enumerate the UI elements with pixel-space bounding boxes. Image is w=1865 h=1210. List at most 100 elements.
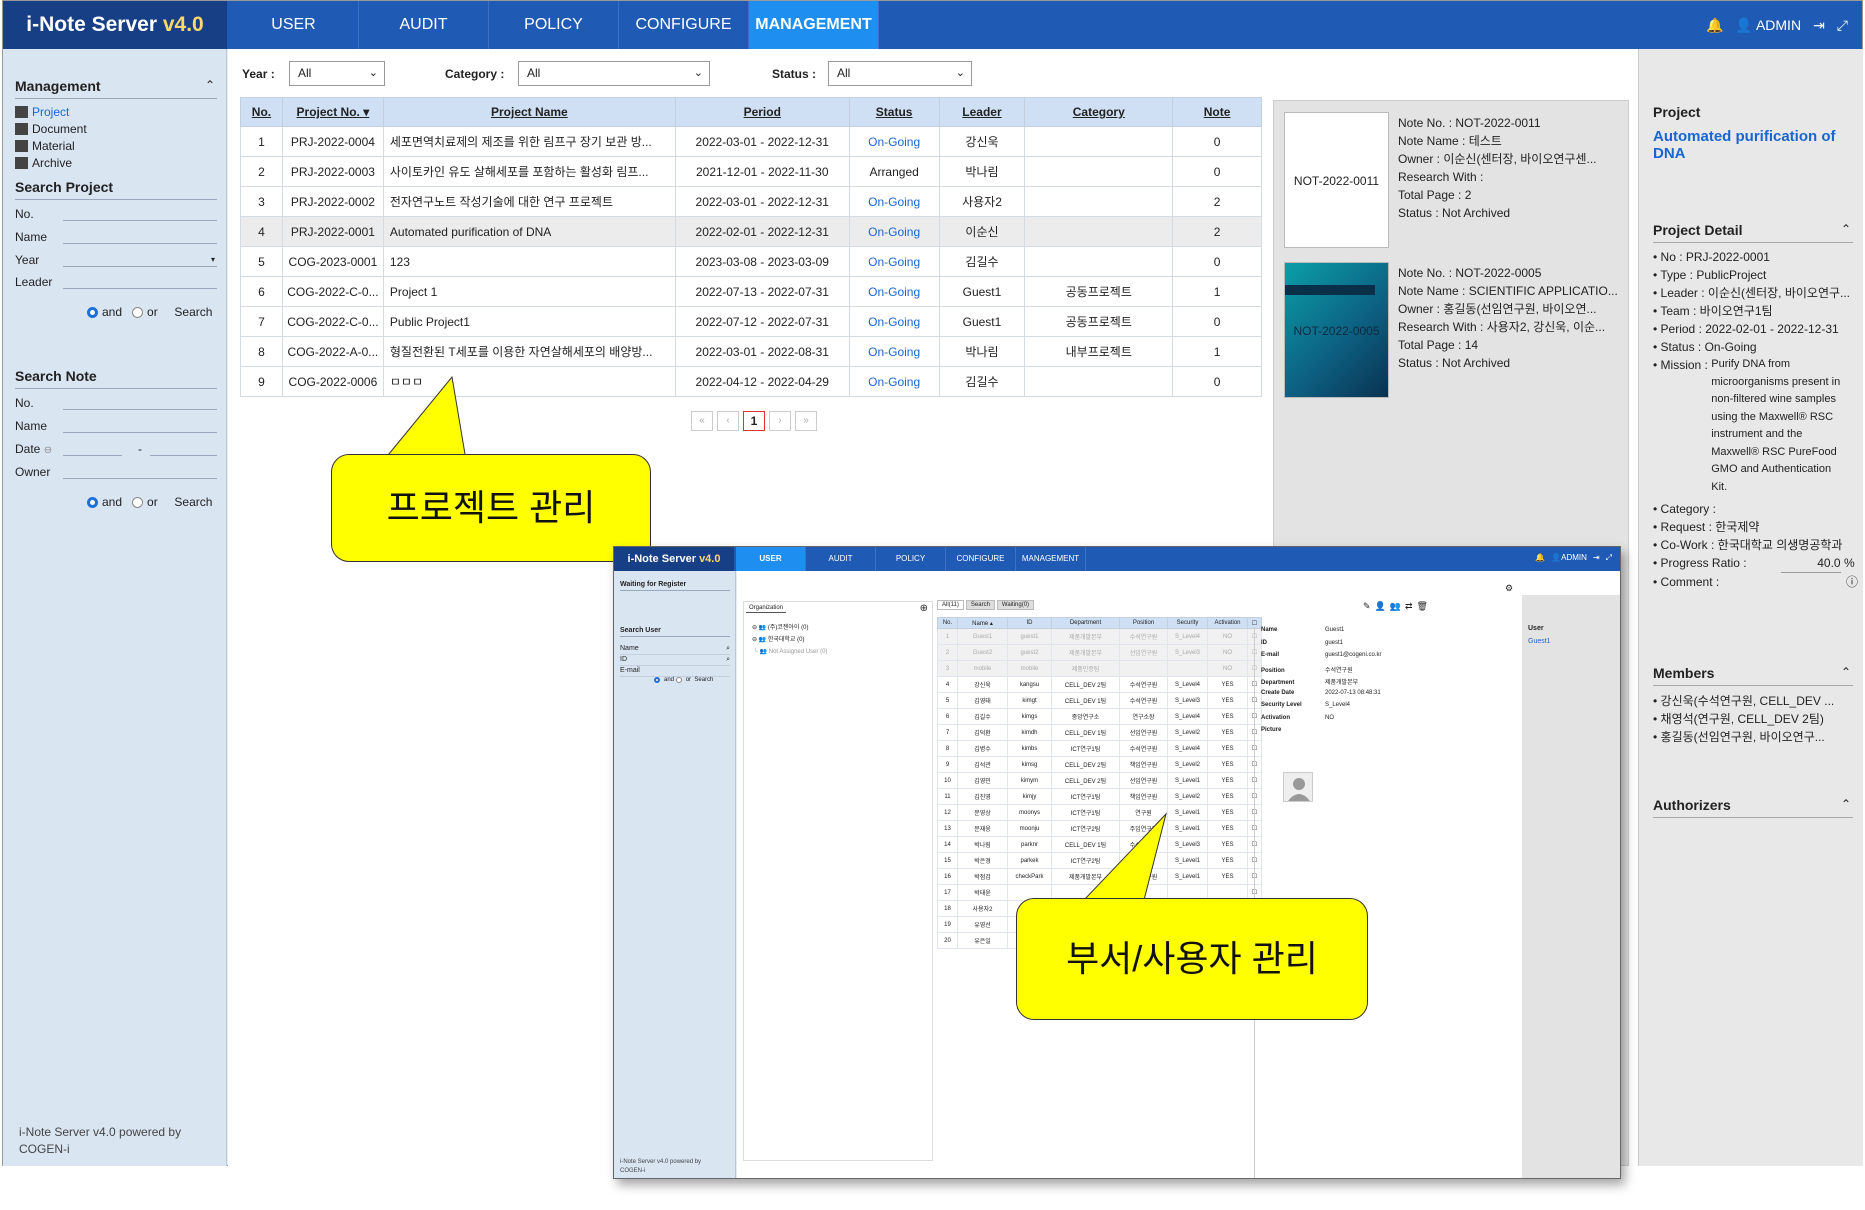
table-row[interactable]: 5 김영태 kimgt CELL_DEV 1팀 수석연구원 S_Level3 YES ☐	[937, 692, 1262, 709]
cell-project-name[interactable]: Public Project1	[382, 306, 676, 337]
col-security[interactable]: Security	[1167, 617, 1208, 629]
or-radio[interactable]	[675, 677, 682, 683]
col-activation[interactable]: Activation	[1207, 617, 1248, 629]
gear-icon[interactable]: ⚙	[1505, 583, 1513, 594]
member-item[interactable]: • 홍길동(선임연구원, 바이오연구...	[1653, 728, 1858, 746]
note-owner-field[interactable]: Owner	[15, 465, 217, 479]
overlay-nav-audit[interactable]: AUDIT	[806, 547, 876, 571]
overlay-logo[interactable]: i-Note Server v4.0	[614, 547, 734, 571]
table-row[interactable]: 6 김길수 kimgs 중앙연구소 연구소장 S_Level4 YES ☐	[937, 708, 1262, 725]
project-year-select[interactable]: Year ▾	[15, 253, 217, 267]
nav-user[interactable]: USER	[229, 1, 359, 49]
col-period[interactable]: Period	[674, 97, 850, 127]
first-page-button[interactable]: «	[691, 411, 713, 431]
member-item[interactable]: • 강신욱(수석연구원, CELL_DEV ...	[1653, 692, 1858, 710]
move-icon[interactable]: ⇄	[1405, 601, 1413, 612]
collapse-icon[interactable]: ⌃	[1841, 797, 1851, 811]
table-row[interactable]: 9 김석관 kimsg CELL_DEV 2팀 책임연구원 S_Level2 YES ☐	[937, 756, 1262, 773]
collapse-icon[interactable]: ⌃	[205, 78, 215, 92]
table-row[interactable]: 7 김덕환 kimdh CELL_DEV 1팀 선임연구원 S_Level2 YES ☐	[937, 724, 1262, 741]
project-leader-field[interactable]: Leader	[15, 275, 217, 289]
table-row[interactable]: 3 PRJ-2022-0002 전자연구노트 작성기술에 대한 연구 프로젝트 202…	[240, 186, 1262, 217]
and-radio[interactable]	[87, 497, 98, 508]
selected-user[interactable]: Guest1	[1528, 638, 1551, 645]
user-email-field[interactable]: E-mail	[620, 666, 730, 677]
col-note[interactable]: Note	[1172, 97, 1262, 127]
bell-icon[interactable]: 🔔	[1535, 553, 1545, 563]
next-page-button[interactable]: ›	[769, 411, 791, 431]
tree-item-project[interactable]: Project	[15, 104, 87, 121]
table-row[interactable]: 2 PRJ-2022-0003 사이토카인 유도 살해세포를 포함하는 활성화 림프…	[240, 156, 1262, 187]
overlay-nav-management[interactable]: MANAGEMENT	[1016, 547, 1086, 571]
table-row[interactable]: 7 COG-2022-C-0... Public Project1 2022-07-1…	[240, 306, 1262, 337]
group-icon[interactable]: 👥	[1390, 601, 1401, 612]
col-leader[interactable]: Leader	[938, 97, 1026, 127]
tab-all[interactable]: All(11)	[937, 600, 964, 610]
col-id[interactable]: ID	[1007, 617, 1052, 629]
project-no-field[interactable]: No.	[15, 207, 217, 221]
or-radio[interactable]	[132, 497, 144, 508]
col-project-no[interactable]: Project No. ▾	[281, 97, 384, 127]
col-project-name[interactable]: Project Name	[382, 97, 676, 127]
col-no[interactable]: No.	[937, 617, 958, 629]
search-icon[interactable]: ⌕	[726, 644, 730, 654]
table-row[interactable]: 6 COG-2022-C-0... Project 1 2022-07-13 - 20…	[240, 276, 1262, 307]
org-node[interactable]: ⊖ 👥 한국대학교 (0)	[752, 634, 827, 646]
nav-configure[interactable]: CONFIGURE	[619, 1, 749, 49]
table-row[interactable]: 10 김영민 kimym CELL_DEV 2팀 선임연구원 S_Level1 YES ☐	[937, 772, 1262, 789]
table-row[interactable]: 4 강신욱 kangsu CELL_DEV 2팀 수석연구원 S_Level4 YES ☐	[937, 676, 1262, 693]
tree-item-document[interactable]: Document	[15, 121, 87, 138]
and-radio[interactable]	[87, 307, 98, 318]
org-node[interactable]: ⊖ 👥 (주)코젠아이 (0)	[752, 622, 827, 634]
col-department[interactable]: Department	[1051, 617, 1120, 629]
app-logo[interactable]: i-Note Server v4.0	[3, 1, 227, 49]
organization-tab[interactable]: Organization	[746, 604, 787, 613]
overlay-nav-policy[interactable]: POLICY	[876, 547, 946, 571]
table-row[interactable]: 5 COG-2023-0001 123 2023-03-08 - 2023-03-09…	[240, 246, 1262, 277]
year-select[interactable]: All ⌄	[289, 61, 385, 86]
or-radio[interactable]	[132, 307, 144, 318]
user-name-field[interactable]: Name ⌕	[620, 644, 730, 655]
cell-project-name[interactable]: 형질전환된 T세포를 이용한 자연살해세포의 배양방...	[382, 336, 676, 367]
collapse-icon[interactable]: ⌃	[1841, 222, 1851, 236]
logout-icon[interactable]: ⇥	[1813, 17, 1825, 34]
nav-audit[interactable]: AUDIT	[359, 1, 489, 49]
prev-page-button[interactable]: ‹	[717, 411, 739, 431]
note-date-field[interactable]: Date ⊖ -	[15, 442, 217, 456]
overlay-nav-user[interactable]: USER	[736, 547, 806, 571]
tree-item-material[interactable]: Material	[15, 138, 87, 155]
note-name-field[interactable]: Name	[15, 419, 217, 433]
collapse-icon[interactable]: ⌃	[1841, 665, 1851, 679]
logout-icon[interactable]: ⇥	[1593, 553, 1600, 563]
note-thumbnail[interactable]: NOT-2022-0005	[1284, 262, 1389, 398]
cell-project-name[interactable]: 세포면역치료제의 제조를 위한 림프구 장기 보관 방...	[382, 126, 676, 157]
current-page[interactable]: 1	[743, 411, 765, 431]
overlay-nav-configure[interactable]: CONFIGURE	[946, 547, 1016, 571]
last-page-button[interactable]: »	[795, 411, 817, 431]
tab-waiting[interactable]: Waiting(0)	[996, 600, 1035, 610]
bell-icon[interactable]: 🔔	[1706, 17, 1723, 34]
note-no-field[interactable]: No.	[15, 396, 217, 410]
status-select[interactable]: All ⌄	[828, 61, 972, 86]
cell-project-name[interactable]: 123	[382, 246, 676, 277]
col-no[interactable]: No.	[240, 97, 283, 127]
org-node[interactable]: └ 👥 Not Assigned User (0)	[752, 646, 828, 658]
table-row[interactable]: 8 김병수 kimbs ICT연구1팀 수석연구원 S_Level4 YES ☐	[937, 740, 1262, 757]
edit-icon[interactable]: ✎	[1363, 601, 1371, 612]
search-icon[interactable]: ⌕	[726, 655, 730, 665]
table-row[interactable]: 8 COG-2022-A-0... 형질전환된 T세포를 이용한 자연살해세포의 배…	[240, 336, 1262, 367]
add-user-icon[interactable]: 👤	[1375, 601, 1386, 612]
project-name-field[interactable]: Name	[15, 230, 217, 244]
fullscreen-icon[interactable]: ⤢	[1837, 17, 1848, 34]
user-id-field[interactable]: ID ⌕	[620, 655, 730, 666]
col-position[interactable]: Position	[1119, 617, 1168, 629]
fullscreen-icon[interactable]: ⤢	[1606, 553, 1612, 563]
table-row[interactable]: 4 PRJ-2022-0001 Automated purification of …	[240, 216, 1262, 247]
and-radio[interactable]	[654, 677, 660, 683]
col-status[interactable]: Status	[848, 97, 940, 127]
add-icon[interactable]: ⊕	[920, 603, 928, 614]
table-row[interactable]: 11 김진영 kimjy ICT연구1팀 책임연구원 S_Level2 YES ☐	[937, 788, 1262, 805]
col-category[interactable]: Category	[1024, 97, 1174, 127]
user-menu[interactable]: 👤 ADMIN	[1735, 17, 1801, 34]
col-name[interactable]: Name ▴	[957, 617, 1008, 629]
